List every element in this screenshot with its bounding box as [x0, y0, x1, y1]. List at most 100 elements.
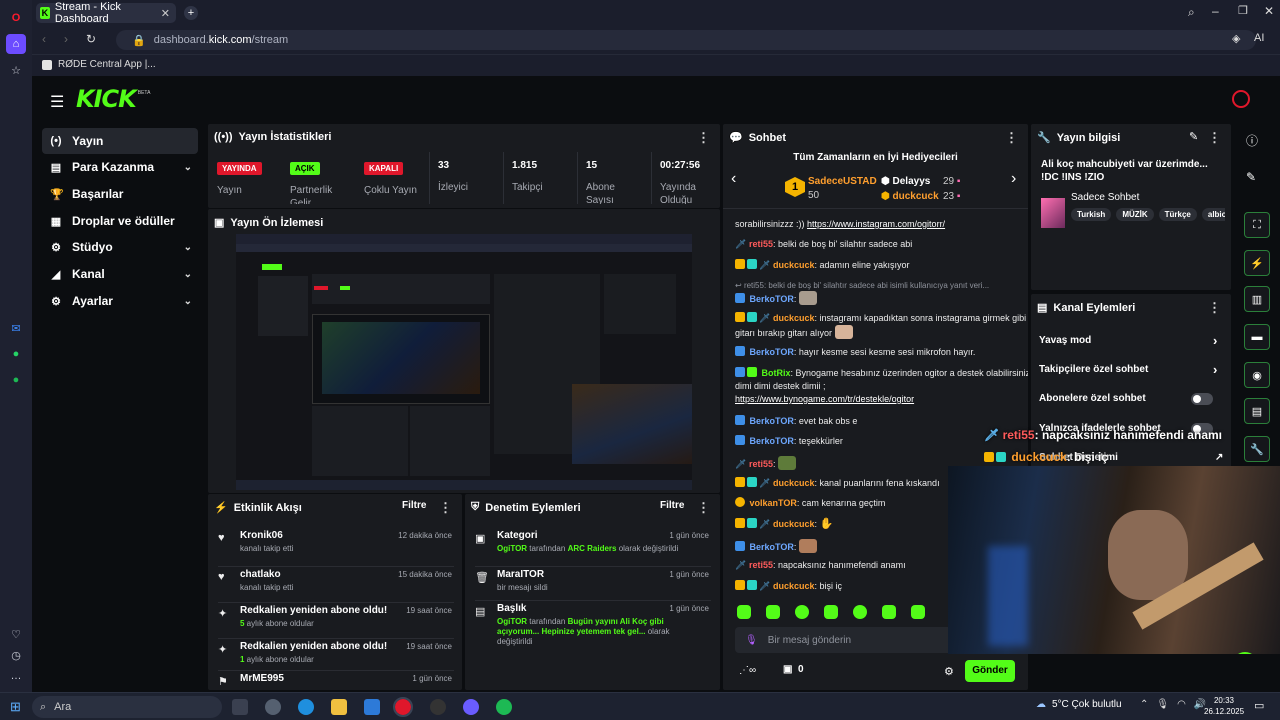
chat-emote-icon[interactable]: [911, 605, 925, 619]
clip-icon[interactable]: ⛶: [1244, 212, 1270, 238]
tag[interactable]: MÜZİK: [1116, 208, 1154, 221]
chat-username[interactable]: reti55: [749, 459, 773, 469]
chevron-right-icon[interactable]: ›: [1011, 170, 1016, 188]
ball-emote-icon[interactable]: [853, 605, 867, 619]
activity-user[interactable]: chatlako: [240, 569, 281, 580]
whatsapp-icon[interactable]: ●: [6, 344, 26, 364]
microphone-icon[interactable]: 🎙: [745, 635, 758, 646]
chat-username[interactable]: duckcuck: [773, 581, 815, 591]
broadcast-icon[interactable]: ◉: [1244, 362, 1270, 388]
ghost-emote-icon[interactable]: [882, 605, 896, 619]
tag[interactable]: Turkish: [1071, 208, 1112, 221]
nav-para-kazanma[interactable]: ▤ Para Kazanma ⌄: [42, 154, 198, 180]
gifter-row[interactable]: ⬢ duckcuck: [881, 191, 939, 202]
box-emote-icon[interactable]: [766, 605, 780, 619]
more-options-icon[interactable]: ⋮: [1208, 300, 1221, 316]
reload-icon[interactable]: ↻: [86, 32, 96, 46]
stream-preview-video[interactable]: [236, 234, 692, 490]
moderation-user[interactable]: MaraITOR: [497, 569, 544, 580]
bookmark-rode[interactable]: RØDE Central App |...: [42, 59, 156, 70]
message-link[interactable]: https://www.bynogame.com/tr/destekle/ogi…: [735, 394, 914, 404]
gifter-name[interactable]: SadeceUSTAD: [808, 176, 877, 187]
forward-icon[interactable]: ›: [64, 32, 68, 46]
nav-ayarlar[interactable]: ⚙ Ayarlar ⌄: [42, 288, 198, 314]
tab-kick-dashboard[interactable]: K Stream - Kick Dashboard ✕: [36, 1, 176, 25]
more-options-icon[interactable]: ⋮: [1005, 130, 1018, 146]
nav-droplar[interactable]: ▦ Droplar ve ödüller: [42, 208, 198, 234]
store-icon[interactable]: [364, 699, 380, 715]
more-options-icon[interactable]: ⋮: [439, 500, 452, 516]
task-view-icon[interactable]: [232, 699, 248, 715]
system-tray[interactable]: ⌃ 🎙 ◠ 🔊: [1140, 699, 1206, 710]
more-options-icon[interactable]: ⋮: [697, 130, 710, 146]
chat-username[interactable]: duckcuck: [773, 260, 815, 270]
send-button[interactable]: Gönder: [965, 660, 1015, 682]
back-icon[interactable]: ‹: [42, 32, 46, 46]
activity-filter-button[interactable]: Filtre: [402, 500, 426, 511]
windows-start-icon[interactable]: ⊞: [10, 699, 21, 715]
more-options-icon[interactable]: ⋮: [697, 500, 710, 516]
nav-kanal[interactable]: ◢ Kanal ⌄: [42, 261, 198, 287]
ball-emote-icon[interactable]: [795, 605, 809, 619]
minimize-icon[interactable]: –: [1212, 4, 1219, 18]
history-icon[interactable]: ◷: [6, 645, 26, 665]
face-emote-icon[interactable]: [824, 605, 838, 619]
file-explorer-icon[interactable]: [331, 699, 347, 715]
tag[interactable]: Türkçe: [1158, 208, 1197, 221]
opera-logo-icon[interactable]: O: [6, 8, 26, 28]
spotify-icon[interactable]: [496, 699, 512, 715]
activity-user[interactable]: Kronik06: [240, 530, 283, 541]
edge-icon[interactable]: [298, 699, 314, 715]
close-window-icon[interactable]: ✕: [1264, 4, 1274, 18]
bolt-icon[interactable]: ⚡: [1244, 250, 1270, 276]
action-slow-mode[interactable]: Yavaş mod ›: [1039, 333, 1223, 348]
document-icon[interactable]: ▥: [1244, 286, 1270, 312]
message-link[interactable]: https://www.instagram.com/ogitorr/: [807, 219, 945, 229]
chat-username[interactable]: reti55: [749, 239, 773, 249]
widgets-icon[interactable]: [265, 699, 281, 715]
chat-bubble-icon[interactable]: ▬: [1244, 324, 1270, 350]
chat-username[interactable]: BerkoTOR: [750, 436, 794, 446]
notifications-icon[interactable]: ▭: [1254, 699, 1264, 712]
close-tab-icon[interactable]: ✕: [161, 7, 170, 20]
heart-icon[interactable]: ♡: [6, 624, 26, 644]
mod-user[interactable]: OgiTOR: [497, 544, 527, 553]
tag[interactable]: albio: [1201, 208, 1225, 221]
chat-username[interactable]: BotRix: [762, 368, 791, 378]
help-chat-icon[interactable]: [1232, 652, 1258, 654]
star-icon[interactable]: ☆: [6, 60, 26, 80]
hamburger-icon[interactable]: ☰: [50, 92, 64, 112]
clock[interactable]: 20:33 26.12.2025: [1204, 695, 1244, 717]
chevron-left-icon[interactable]: ‹: [731, 170, 736, 188]
profile-avatar-icon[interactable]: [1232, 90, 1250, 108]
opera-icon[interactable]: [393, 697, 413, 717]
chat-settings-icon[interactable]: ⚙: [944, 665, 954, 678]
search-tabs-icon[interactable]: ⌕: [1188, 5, 1195, 20]
obs-icon[interactable]: [430, 699, 446, 715]
extensions-icon[interactable]: ◈: [1232, 32, 1240, 45]
action-followers-only[interactable]: Takipçilere özel sohbet ›: [1039, 362, 1223, 377]
mod-user[interactable]: OgiTOR: [497, 617, 527, 626]
nav-basarilar[interactable]: 🏆 Başarılar: [42, 181, 198, 207]
edit-pencil-icon[interactable]: ✎: [1189, 130, 1198, 143]
new-tab-icon[interactable]: +: [184, 6, 198, 20]
chat-username[interactable]: reti55: [749, 560, 773, 570]
chat-username[interactable]: BerkoTOR: [750, 347, 794, 357]
more-options-icon[interactable]: ⋮: [1208, 130, 1221, 146]
edit-pencil-icon[interactable]: ✎: [1246, 170, 1256, 184]
messenger-icon[interactable]: ✉: [6, 318, 26, 338]
taskbar-search[interactable]: ⌕ Ara: [32, 696, 222, 718]
info-icon[interactable]: ⓘ: [1246, 132, 1258, 149]
chat-username[interactable]: duckcuck: [773, 478, 815, 488]
points-display[interactable]: ▣ 0: [783, 664, 804, 675]
weather-widget[interactable]: ☁ 5°C Çok bulutlu: [1036, 699, 1122, 710]
home-icon[interactable]: ⌂: [6, 34, 26, 54]
chat-username[interactable]: duckcuck: [773, 313, 815, 323]
storage-icon[interactable]: ▤: [1244, 398, 1270, 424]
discord-icon[interactable]: [463, 699, 479, 715]
gifter-row[interactable]: ⬢ Delayys: [881, 176, 930, 187]
nav-studyo[interactable]: ⚙ Stüdyo ⌄: [42, 234, 198, 260]
chat-username[interactable]: BerkoTOR: [750, 294, 794, 304]
chat-username[interactable]: BerkoTOR: [750, 542, 794, 552]
maximize-icon[interactable]: ❐: [1238, 4, 1248, 17]
